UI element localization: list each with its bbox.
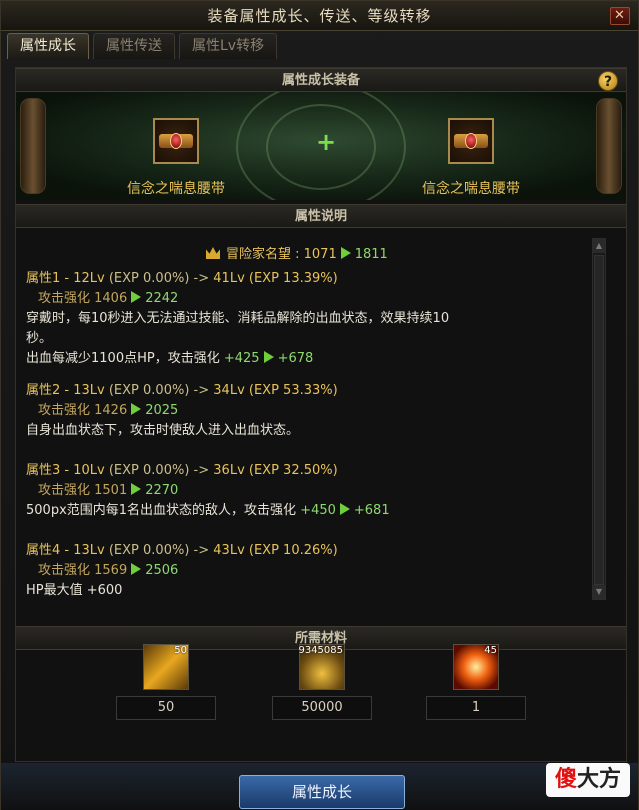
tab-attribute-growth[interactable]: 属性成长 xyxy=(7,33,89,59)
target-item-name: 信念之喘息腰带 xyxy=(422,181,520,197)
gold-bar-icon: 50 xyxy=(143,644,189,690)
window-title: 装备属性成长、传送、等级转移 xyxy=(207,7,432,25)
material-badge: 9345085 xyxy=(298,645,343,656)
attribute-header: 属性4 - 13Lv (EXP 0.00%) -> 43Lv (EXP 10.2… xyxy=(26,543,338,558)
attribute-text: HP最大值 +600 xyxy=(26,583,123,598)
scroll-down-icon[interactable]: ▼ xyxy=(593,585,605,599)
target-item-slot[interactable] xyxy=(448,118,494,164)
material-item-3[interactable]: 45 1 xyxy=(416,644,536,720)
plus-icon: + xyxy=(316,128,337,156)
fire-orb-icon: 45 xyxy=(453,644,499,690)
scroll-roll-right xyxy=(596,98,622,194)
material-item-1[interactable]: 50 50 xyxy=(106,644,226,720)
scroll-thumb[interactable] xyxy=(594,255,604,585)
attribute-extra: 500px范围内每1名出血状态的敌人，攻击强化 +450 +681 xyxy=(26,503,390,518)
tab-level-transfer[interactable]: 属性Lv转移 xyxy=(179,33,278,59)
material-quantity: 1 xyxy=(426,696,526,720)
help-icon[interactable]: ? xyxy=(598,71,618,91)
attribute-header: 属性2 - 13Lv (EXP 0.00%) -> 34Lv (EXP 53.3… xyxy=(26,383,338,398)
tab-bar: 属性成长 属性传送 属性Lv转移 xyxy=(7,33,281,59)
desc-section-header: 属性说明 xyxy=(16,204,626,228)
attribute-block-3: 属性3 - 10Lv (EXP 0.00%) -> 36Lv (EXP 32.5… xyxy=(26,461,586,521)
attribute-growth-button[interactable]: 属性成长 xyxy=(239,775,405,809)
material-badge: 50 xyxy=(174,645,187,656)
gold-coins-icon: 9345085 xyxy=(298,644,345,690)
scroll-roll-left xyxy=(20,98,46,194)
belt-icon xyxy=(450,120,492,162)
window-titlebar[interactable]: 装备属性成长、传送、等级转移 ✕ xyxy=(1,1,638,31)
tab-attribute-transfer[interactable]: 属性传送 xyxy=(93,33,175,59)
material-quantity: 50 xyxy=(116,696,216,720)
attribute-stat: 攻击强化 1406 2242 xyxy=(38,291,179,306)
attribute-description: 冒险家名望 : 1071 1811 属性1 - 12Lv (EXP 0.00%) … xyxy=(26,233,608,616)
material-quantity: 50000 xyxy=(272,696,372,720)
arrow-right-icon xyxy=(340,247,351,259)
arrow-right-icon xyxy=(131,291,142,303)
material-badge: 45 xyxy=(484,645,497,656)
attribute-header: 属性3 - 10Lv (EXP 0.00%) -> 36Lv (EXP 32.5… xyxy=(26,463,338,478)
attribute-stat: 攻击强化 1501 2270 xyxy=(38,483,179,498)
arrow-right-icon xyxy=(131,403,142,415)
material-item-2[interactable]: 9345085 50000 xyxy=(262,644,382,720)
attribute-header: 属性1 - 12Lv (EXP 0.00%) -> 41Lv (EXP 13.3… xyxy=(26,271,338,286)
description-scrollbar[interactable]: ▲ ▼ xyxy=(592,238,606,600)
attribute-text: 自身出血状态下，攻击时使敌人进入出血状态。 xyxy=(26,423,300,438)
equipment-growth-window: 装备属性成长、传送、等级转移 ✕ 属性成长 属性传送 属性Lv转移 属性成长装备… xyxy=(0,0,639,810)
reputation-value: 冒险家名望 : 1071 xyxy=(226,247,337,262)
attribute-text: 穿戴时，每10秒进入无法通过技能、消耗品解除的出血状态，效果持续10 xyxy=(26,311,450,326)
attribute-stat: 攻击强化 1426 2025 xyxy=(38,403,179,418)
equip-section-title: 属性成长装备 xyxy=(281,73,360,88)
source-item-name: 信念之喘息腰带 xyxy=(127,181,225,197)
equip-section-header: 属性成长装备 ? xyxy=(16,68,626,92)
desc-section-title: 属性说明 xyxy=(294,209,347,224)
close-button[interactable]: ✕ xyxy=(610,7,630,25)
watermark-logo: 傻大方 xyxy=(546,763,630,797)
arrow-right-icon xyxy=(131,483,142,495)
main-panel: 属性成长装备 ? + 信念之喘息腰带 信念之喘息腰带 属性说明 冒险家名望: … xyxy=(15,67,627,762)
attribute-text: 秒。 xyxy=(26,331,53,346)
attribute-block-2: 属性2 - 13Lv (EXP 0.00%) -> 34Lv (EXP 53.3… xyxy=(26,381,586,441)
attribute-block-4: 属性4 - 13Lv (EXP 0.00%) -> 43Lv (EXP 10.2… xyxy=(26,541,586,601)
arrow-right-icon xyxy=(131,563,142,575)
attribute-stat: 攻击强化 1569 2506 xyxy=(38,563,179,578)
materials-section: 所需材料 50 50 9345085 50000 45 1 xyxy=(16,626,626,763)
attribute-block-1: 属性1 - 12Lv (EXP 0.00%) -> 41Lv (EXP 13.3… xyxy=(26,269,586,369)
attribute-extra: 出血每减少1100点HP，攻击强化 +425 +678 xyxy=(26,351,314,366)
scroll-up-icon[interactable]: ▲ xyxy=(593,239,605,253)
reputation-line: 冒险家名望 : 1071 1811 xyxy=(206,243,388,262)
arrow-right-icon xyxy=(339,503,350,515)
crown-icon xyxy=(206,247,220,259)
reputation-new-value: 1811 xyxy=(354,247,388,262)
belt-icon xyxy=(155,120,197,162)
arrow-right-icon xyxy=(263,351,274,363)
source-item-slot[interactable] xyxy=(153,118,199,164)
